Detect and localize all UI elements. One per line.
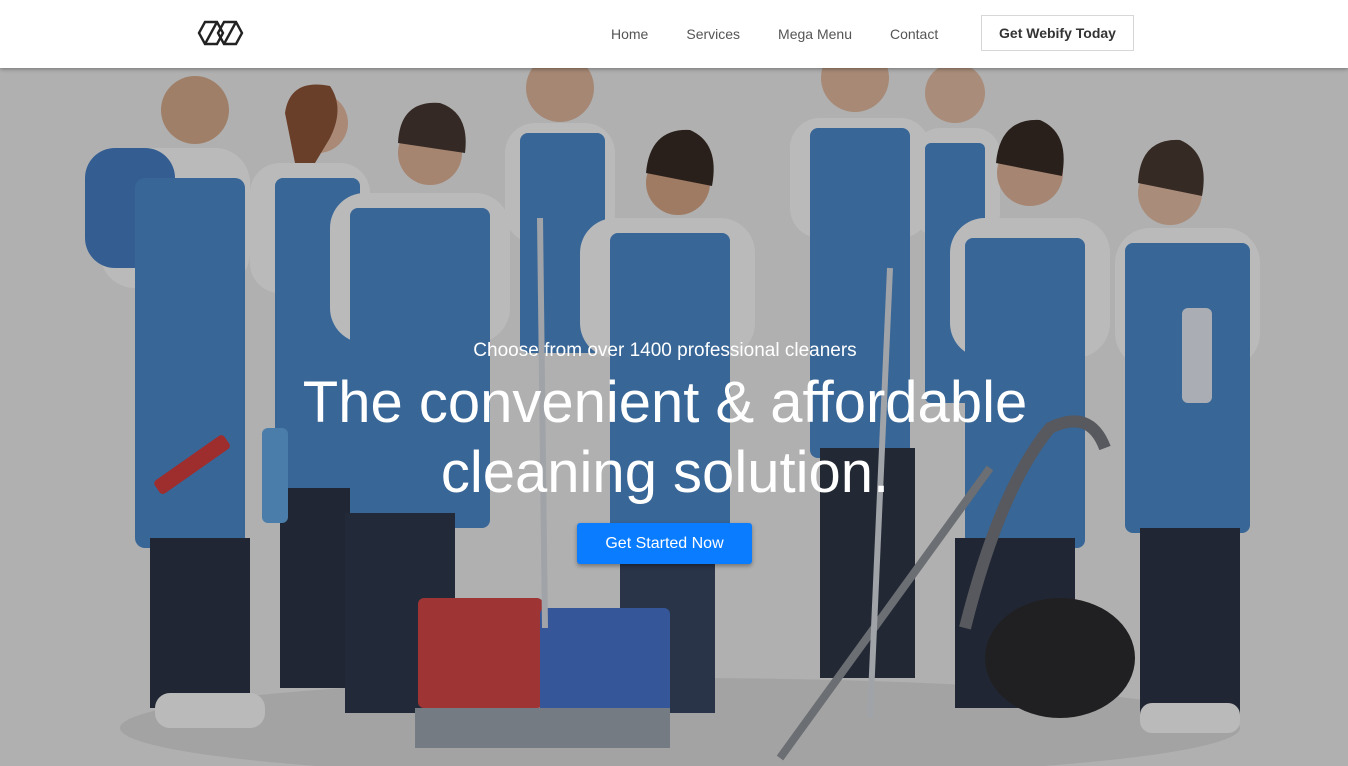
hero-title: The convenient & affordable cleaning sol… (302, 370, 1028, 505)
get-started-button[interactable]: Get Started Now (577, 523, 752, 564)
hero-section: Choose from over 1400 professional clean… (0, 68, 1348, 766)
hero-content: Choose from over 1400 professional clean… (0, 68, 1348, 766)
nav-link-home[interactable]: Home (592, 26, 667, 42)
logo-icon[interactable] (196, 16, 246, 50)
main-nav: Home Services Mega Menu Contact (592, 0, 957, 68)
top-navbar: Home Services Mega Menu Contact Get Webi… (0, 0, 1348, 68)
get-webify-button[interactable]: Get Webify Today (981, 15, 1134, 51)
hero-subtitle: Choose from over 1400 professional clean… (473, 340, 857, 361)
nav-link-services[interactable]: Services (667, 26, 759, 42)
nav-link-contact[interactable]: Contact (871, 26, 957, 42)
nav-link-mega-menu[interactable]: Mega Menu (759, 26, 871, 42)
